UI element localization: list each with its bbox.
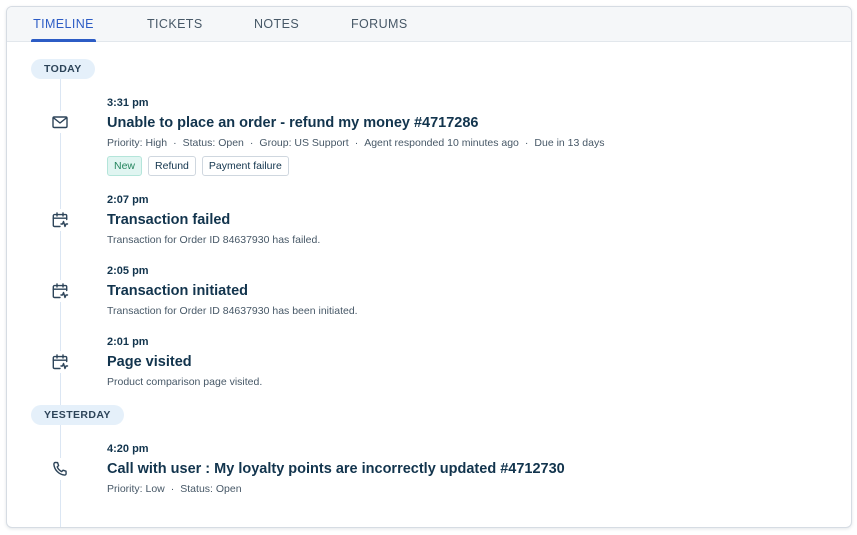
ticket-meta: Priority: High · Status: Open · Group: US Su… (107, 136, 604, 150)
entry-time: 2:05 pm (107, 265, 149, 277)
entry-description: Product comparison page visited. (107, 376, 263, 388)
day-label-yesterday: YESTERDAY (31, 405, 124, 425)
calendar-activity-icon (49, 351, 71, 373)
separator-dot: · (354, 137, 359, 149)
entry-description: Transaction for Order ID 84637930 has fa… (107, 234, 321, 246)
tab-tickets[interactable]: TICKETS (147, 7, 202, 42)
status-text: Status: Open (180, 483, 242, 495)
tag-refund[interactable]: Refund (148, 156, 196, 176)
timeline-entry-call: 4:20 pm Call with user : My loyalty poin… (107, 442, 565, 496)
ticket-tags: New Refund Payment failure (107, 156, 604, 176)
separator-dot: · (173, 137, 177, 149)
timeline-panel: TIMELINE TICKETS NOTES FORUMS TODAY 3:31… (6, 6, 852, 528)
ticket-title-link[interactable]: Unable to place an order - refund my mon… (107, 114, 604, 132)
entry-time: 2:01 pm (107, 336, 149, 348)
tag-payment-failure[interactable]: Payment failure (201, 156, 289, 176)
day-label-today: TODAY (31, 59, 95, 79)
entry-description: Transaction for Order ID 84637930 has be… (107, 305, 358, 317)
status-badge-new: New (107, 156, 143, 176)
tab-bar: TIMELINE TICKETS NOTES FORUMS (7, 7, 851, 42)
entry-time: 3:31 pm (107, 97, 149, 109)
call-meta: Priority: Low · Status: Open (107, 482, 565, 496)
due-text: Due in 13 days (534, 137, 605, 149)
entry-title: Transaction failed (107, 212, 231, 228)
entry-title: Page visited (107, 354, 192, 370)
timeline-entry-transaction-failed: 2:07 pm Transaction failed Transaction f… (107, 193, 320, 247)
entry-time: 2:07 pm (107, 194, 149, 206)
priority-text: Priority: High (107, 137, 168, 149)
tab-timeline[interactable]: TIMELINE (31, 7, 96, 42)
phone-icon (49, 458, 71, 480)
status-text: Status: Open (182, 137, 244, 149)
timeline-entry-ticket: 3:31 pm Unable to place an order - refun… (107, 96, 604, 176)
mail-icon (49, 111, 71, 133)
timeline-entry-transaction-initiated: 2:05 pm Transaction initiated Transactio… (107, 264, 358, 318)
timeline-entry-page-visited: 2:01 pm Page visited Product comparison … (107, 335, 262, 389)
group-text: Group: US Support (259, 137, 349, 149)
call-title-link[interactable]: Call with user : My loyalty points are i… (107, 460, 565, 478)
calendar-activity-icon (49, 280, 71, 302)
separator-dot: · (524, 137, 529, 149)
priority-text: Priority: Low (107, 483, 165, 495)
calendar-activity-icon (49, 209, 71, 231)
tab-notes[interactable]: NOTES (254, 7, 299, 42)
entry-title: Transaction initiated (107, 283, 248, 299)
tab-forums[interactable]: FORUMS (351, 7, 407, 42)
separator-dot: · (170, 483, 175, 495)
entry-time: 4:20 pm (107, 443, 149, 455)
separator-dot: · (249, 137, 254, 149)
agent-response-text: Agent responded 10 minutes ago (364, 137, 519, 149)
